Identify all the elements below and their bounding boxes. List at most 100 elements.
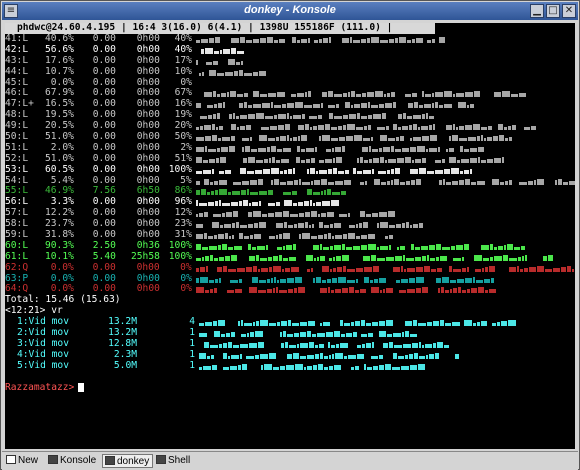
queue-row: 42:L 56.6% 0.00 0h00 40% [5, 44, 575, 56]
obscured-title-text [195, 36, 445, 43]
tab-label: New [18, 455, 39, 466]
obscured-title-text [195, 265, 574, 272]
result-row: 2:Vid mov 13.2M 1 [5, 327, 575, 339]
obscured-title-text [199, 320, 516, 327]
konsole-window: ≡ donkey - Konsole ▁ □ ✕ phdwc@24.60.4.1… [0, 0, 580, 470]
obscured-title-text [200, 47, 244, 54]
result-row: 1:Vid mov 13.2M 4 [5, 316, 575, 328]
queue-time: 0h00 [136, 261, 160, 273]
terminal-icon [105, 456, 115, 465]
obscured-title-text [203, 91, 526, 98]
obscured-title-text [195, 276, 494, 283]
obscured-title-text [195, 145, 484, 152]
queue-row: 56:L 3.3% 0.00 0h00 96% [5, 196, 575, 208]
obscured-title-text [199, 113, 434, 120]
queue-row: 63:P 0.0% 0.00 0h00 0% [5, 273, 575, 285]
close-icon[interactable]: ✕ [562, 4, 576, 18]
queue-row: 43:L 17.6% 0.00 0h00 17% [5, 55, 575, 67]
queue-row: 44:L 10.7% 0.00 0h00 10% [5, 65, 575, 78]
queue-percent: 60.5% [45, 163, 74, 175]
queue-row: 58:L 23.7% 0.00 0h00 23% [5, 218, 575, 230]
obscured-title-text [195, 232, 393, 239]
tab-donkey[interactable]: donkey [102, 454, 154, 468]
terminal-icon [48, 455, 58, 464]
queue-row: 59:L 31.8% 0.00 0h00 31% [5, 229, 575, 241]
total-line: Total: 15.46 (15.63) [5, 294, 121, 306]
queue-done: 0% [180, 261, 192, 273]
result-row: 5:Vid mov 5.0M 1 [5, 359, 575, 372]
tab-label: donkey [117, 456, 150, 467]
obscured-title-text [195, 178, 575, 185]
queue-row: 53:L 60.5% 0.00 0h00 100% [5, 163, 575, 176]
queue-row: 46:L 67.9% 0.00 0h00 67% [5, 88, 575, 99]
queue-row: 52:L 51.0% 0.00 0h00 51% [5, 153, 575, 165]
result-row: 4:Vid mov 2.3M 1 [5, 348, 575, 361]
queue-row: 54:L 5.4% 0.00 0h00 5% [5, 175, 575, 187]
queue-row: 55:L 46.9% 7.56 6h50 86% [5, 186, 575, 197]
terminal-output: 41:L 40.6% 0.00 0h00 40% 42:L 56.6% 0.00 0h00 4… [5, 33, 575, 394]
window-title: donkey - Konsole [244, 4, 336, 16]
tab-label: Konsole [60, 455, 97, 466]
obscured-title-text [199, 330, 417, 337]
result-count: 1 [189, 337, 195, 349]
tab-new[interactable]: New [4, 454, 41, 468]
queue-time: 0h00 [136, 163, 160, 175]
queue-rate: 0.00 [92, 261, 116, 273]
obscured-title-text [195, 124, 536, 131]
queue-row: 47:L +16.5% 0.00 0h00 16% [5, 98, 575, 110]
queue-percent: 10.7% [45, 65, 74, 77]
queue-rate: 0.00 [92, 65, 116, 77]
queue-rate: 0.00 [92, 163, 116, 175]
obscured-title-text [195, 222, 423, 229]
obscured-title-text [199, 363, 425, 370]
queue-done: 10% [174, 65, 192, 77]
prompt-text: Razzamatazz> [5, 381, 75, 393]
result-count: 1 [189, 348, 195, 360]
queue-row: 60:L 90.3% 2.50 0h36 100% [5, 240, 575, 252]
queue-done: 0% [180, 283, 192, 295]
queue-id: 44:L [5, 65, 29, 77]
obscured-title-text [195, 254, 553, 261]
result-size: 5.0M [113, 359, 137, 371]
obscured-title-text [204, 341, 449, 348]
queue-row: 41:L 40.6% 0.00 0h00 40% [5, 33, 575, 45]
shell-prompt: Razzamatazz> [5, 381, 575, 394]
obscured-title-text [195, 189, 346, 196]
command-line: <12:21> vr [5, 305, 63, 317]
result-count: 1 [189, 327, 195, 339]
obscured-title-text [195, 200, 339, 207]
obscured-title-text [195, 102, 474, 109]
terminal-icon [156, 455, 166, 464]
queue-percent: 0.0% [50, 261, 74, 273]
queue-done: 100% [168, 163, 192, 175]
obscured-title-text [195, 156, 504, 163]
obscured-title-text [195, 134, 512, 141]
tab-label: Shell [168, 455, 191, 466]
obscured-title-text [195, 211, 395, 218]
result-count: 4 [189, 316, 195, 328]
queue-time: 0h00 [136, 65, 160, 77]
queue-row: 48:L 19.5% 0.00 0h00 19% [5, 109, 575, 121]
terminal-area[interactable]: phdwc@24.60.4.195 | 16:4 3(16.0) 6(4.1) … [5, 23, 575, 449]
tab-konsole[interactable]: Konsole [46, 454, 99, 468]
queue-id: 62:Q [5, 261, 29, 273]
queue-row: 51:L 2.0% 0.00 0h00 2% [5, 142, 575, 154]
obscured-title-text [195, 243, 525, 250]
minimize-icon[interactable]: ▁ [530, 4, 544, 18]
obscured-title-text [195, 287, 496, 294]
text-cursor [78, 383, 85, 393]
queue-row: 61:L 10.1% 5.40 25h58 100% [5, 251, 575, 263]
obscured-title-text [195, 167, 472, 174]
session-tab-bar: New Konsole donkey Shell [2, 451, 578, 470]
result-row: 3:Vid mov 12.8M 1 [5, 337, 575, 350]
maximize-icon[interactable]: □ [546, 4, 560, 18]
new-session-icon [6, 455, 16, 464]
queue-time: 0h00 [136, 283, 160, 295]
tab-shell[interactable]: Shell [154, 454, 193, 468]
obscured-title-text [195, 58, 243, 65]
queue-id: 53:L [5, 163, 29, 175]
title-bar[interactable]: ≡ donkey - Konsole ▁ □ ✕ [2, 2, 578, 20]
queue-row: 49:L 20.5% 0.00 0h00 20% [5, 120, 575, 132]
result-count: 1 [189, 359, 195, 371]
